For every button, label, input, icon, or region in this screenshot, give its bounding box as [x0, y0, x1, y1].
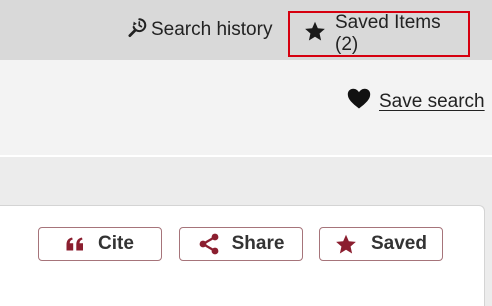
save-search-label: Save search — [379, 90, 485, 112]
saved-label: Saved — [371, 233, 427, 254]
saved-items-link[interactable]: Saved Items (2) — [288, 11, 470, 57]
star-icon — [335, 234, 357, 255]
share-button[interactable]: Share — [179, 227, 303, 261]
save-search-link[interactable]: Save search — [347, 88, 485, 115]
share-icon — [198, 233, 220, 255]
star-icon — [304, 21, 335, 48]
search-history-label: Search history — [151, 19, 273, 40]
section-divider — [0, 155, 492, 157]
cite-label: Cite — [98, 233, 134, 254]
search-history-link[interactable]: Search history — [126, 0, 272, 60]
quote-icon — [66, 237, 84, 251]
heart-icon — [347, 88, 379, 115]
cite-button[interactable]: Cite — [38, 227, 162, 261]
saved-items-label: Saved Items (2) — [335, 12, 441, 55]
saved-button[interactable]: Saved — [319, 227, 443, 261]
share-label: Share — [231, 233, 285, 254]
history-search-icon — [126, 16, 151, 44]
